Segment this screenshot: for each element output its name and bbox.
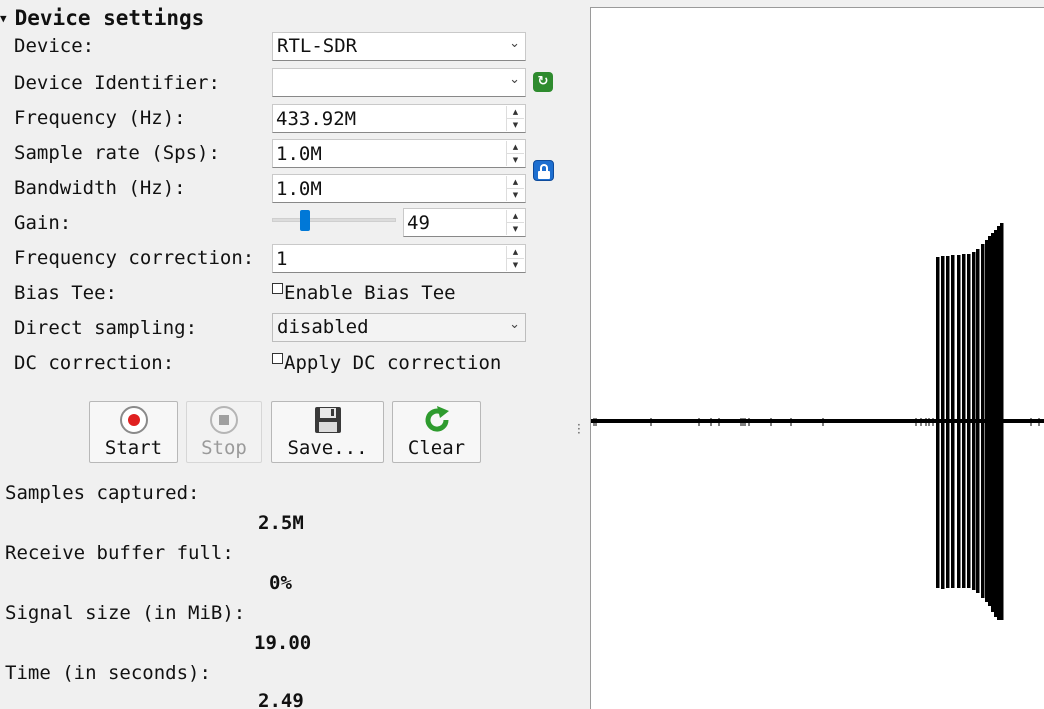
arrow-up-icon[interactable]: ▲ (507, 176, 524, 188)
chevron-down-icon: ⌄ (509, 317, 520, 332)
signal-burst-pulse (936, 257, 940, 588)
sample-rate-value: 1.0M (276, 143, 322, 165)
bandwidth-value: 1.0M (276, 178, 322, 200)
signal-size-value: 19.00 (254, 632, 312, 654)
bias-tee-checkbox[interactable]: Enable Bias Tee (272, 282, 456, 304)
device-combo[interactable]: RTL-SDR ⌄ (272, 32, 526, 61)
refresh-icon (425, 406, 449, 432)
device-label: Device: (14, 35, 95, 57)
frequency-correction-spinbox[interactable]: 1 ▲ ▼ (272, 244, 526, 273)
section-title: Device settings (14, 6, 205, 30)
frequency-correction-label: Frequency correction: (14, 247, 255, 269)
arrow-down-icon[interactable]: ▼ (507, 222, 524, 234)
gain-spinbox[interactable]: 49 ▲ ▼ (403, 208, 526, 237)
signal-plot[interactable] (590, 7, 1044, 709)
signal-burst-pulse (1000, 223, 1004, 620)
sample-rate-spinbox[interactable]: 1.0M ▲ ▼ (272, 139, 526, 168)
signal-burst-pulse (994, 230, 998, 617)
signal-waveform (591, 223, 1044, 620)
signal-burst-pulse (997, 226, 1001, 620)
start-label: Start (104, 437, 163, 459)
sample-rate-label: Sample rate (Sps): (14, 142, 220, 164)
dc-correction-checkbox-label: Apply DC correction (284, 352, 502, 374)
arrow-up-icon[interactable]: ▲ (507, 210, 524, 222)
buffer-full-value: 0% (269, 572, 292, 594)
splitter-handle[interactable]: · · · (577, 419, 581, 439)
arrow-down-icon[interactable]: ▼ (507, 188, 524, 200)
signal-burst-pulse (962, 254, 966, 588)
signal-burst-pulse (976, 249, 980, 593)
collapse-triangle-icon[interactable]: ▼ (0, 12, 7, 25)
arrow-down-icon[interactable]: ▼ (507, 258, 524, 270)
save-button[interactable]: Save... (271, 401, 384, 463)
signal-burst-pulse (941, 256, 945, 589)
floppy-disk-icon (314, 407, 341, 433)
checkbox-icon[interactable] (272, 283, 283, 294)
device-settings-header[interactable]: ▼ Device settings (0, 6, 204, 30)
clear-button[interactable]: Clear (392, 401, 481, 463)
device-identifier-combo[interactable]: ⌄ (272, 68, 526, 97)
start-button[interactable]: Start (89, 401, 178, 463)
gain-slider-track[interactable] (272, 218, 396, 222)
arrow-up-icon[interactable]: ▲ (507, 246, 524, 258)
signal-burst-pulse (981, 244, 985, 598)
direct-sampling-label: Direct sampling: (14, 317, 198, 339)
signal-burst-pulse (951, 255, 955, 588)
stop-label: Stop (201, 437, 247, 459)
device-combo-value: RTL-SDR (277, 35, 358, 57)
lock-icon[interactable] (533, 160, 554, 181)
stop-icon (210, 406, 238, 434)
bias-tee-checkbox-label: Enable Bias Tee (284, 282, 456, 304)
gain-slider-thumb[interactable] (300, 210, 310, 231)
gain-label: Gain: (14, 212, 72, 234)
buffer-full-label: Receive buffer full: (5, 542, 234, 564)
arrow-down-icon[interactable]: ▼ (507, 153, 524, 165)
direct-sampling-combo[interactable]: disabled ⌄ (272, 313, 526, 342)
signal-burst-pulse (991, 233, 995, 612)
direct-sampling-value: disabled (277, 316, 369, 338)
signal-burst-pulse (988, 236, 992, 606)
frequency-value: 433.92M (276, 108, 357, 130)
signal-burst-pulse (967, 254, 971, 588)
samples-captured-label: Samples captured: (5, 482, 200, 504)
gain-value: 49 (407, 212, 430, 234)
arrow-up-icon[interactable]: ▲ (507, 106, 524, 118)
refresh-icon[interactable]: ↻ (533, 72, 553, 92)
bias-tee-label: Bias Tee: (14, 282, 117, 304)
chevron-down-icon: ⌄ (509, 72, 520, 87)
signal-burst-pulse (957, 255, 961, 588)
dc-correction-checkbox[interactable]: Apply DC correction (272, 352, 501, 374)
dc-correction-label: DC correction: (14, 352, 175, 374)
frequency-label: Frequency (Hz): (14, 107, 186, 129)
clear-label: Clear (407, 437, 466, 459)
stop-button[interactable]: Stop (186, 401, 262, 463)
time-label: Time (in seconds): (5, 662, 211, 684)
device-identifier-label: Device Identifier: (14, 72, 220, 94)
chevron-down-icon: ⌄ (509, 36, 520, 51)
bandwidth-label: Bandwidth (Hz): (14, 177, 186, 199)
checkbox-icon[interactable] (272, 353, 283, 364)
arrow-up-icon[interactable]: ▲ (507, 141, 524, 153)
save-label: Save... (287, 437, 368, 459)
bandwidth-spinbox[interactable]: 1.0M ▲ ▼ (272, 174, 526, 203)
samples-captured-value: 2.5M (258, 512, 304, 534)
signal-burst-pulse (972, 252, 976, 590)
record-icon (119, 406, 148, 434)
frequency-correction-value: 1 (276, 248, 288, 270)
frequency-spinbox[interactable]: 433.92M ▲ ▼ (272, 104, 526, 133)
signal-burst-pulse (985, 240, 989, 602)
signal-size-label: Signal size (in MiB): (5, 602, 246, 624)
arrow-down-icon[interactable]: ▼ (507, 118, 524, 130)
signal-burst-pulse (946, 256, 950, 588)
time-value: 2.49 (258, 690, 304, 709)
